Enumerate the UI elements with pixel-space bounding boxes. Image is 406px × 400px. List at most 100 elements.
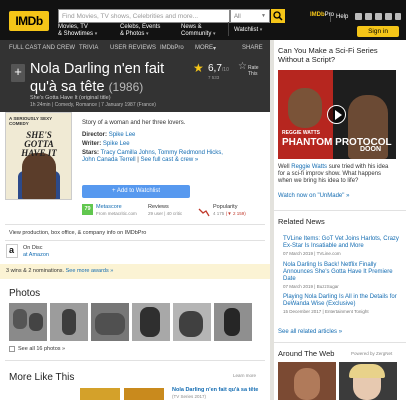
news-item: Nola Darling Is Back! Netflix Finally An…: [283, 262, 401, 291]
recommendation-details: Nola Darling n'en fait qu'à sa tête (TV …: [172, 387, 267, 400]
metascore-label: Metascore: [96, 204, 122, 210]
star-outline-icon[interactable]: ☆: [238, 61, 247, 72]
play-icon[interactable]: [327, 105, 346, 124]
section-divider: [274, 210, 406, 211]
see-all-photos-link[interactable]: See all 16 photos »: [18, 346, 65, 353]
subnav-trivia[interactable]: TRIVIA: [79, 45, 98, 51]
nav-divider: [330, 12, 331, 22]
poster-tagline: A SERIOUSLY SEXY COMEDY: [9, 116, 53, 126]
recommendation-title[interactable]: Nola Darling n'en fait qu'à sa tête: [172, 387, 258, 393]
photo-thumbnail[interactable]: [91, 303, 129, 341]
subnav-user-reviews[interactable]: USER REVIEWS: [110, 45, 156, 51]
twitch-icon[interactable]: [375, 13, 382, 20]
search-category-select[interactable]: All ▼: [230, 9, 270, 23]
writer-link[interactable]: Spike Lee: [103, 141, 130, 147]
section-divider: [5, 224, 265, 225]
photo-thumbnail[interactable]: [50, 303, 88, 341]
learn-more-link[interactable]: Learn more: [233, 373, 256, 378]
on-disc-link[interactable]: On Disc at Amazon: [23, 245, 49, 258]
menu-movies-tv[interactable]: Movies, TV & Showtimes ▾: [58, 24, 97, 38]
metascore-badge[interactable]: 79: [82, 204, 93, 215]
poster-figure: [22, 153, 56, 199]
amazon-icon[interactable]: a: [6, 244, 18, 258]
poster-title: SHE'S GOTTA HAVE IT: [21, 130, 57, 158]
rate-this-button[interactable]: Rate This: [248, 65, 266, 77]
subnav-imdbpro[interactable]: IMDbPro: [160, 45, 184, 51]
stars-links[interactable]: Tracy Camilla Johns, Tommy Redmond Hicks…: [101, 150, 223, 156]
metascore-info[interactable]: Metascore From metacritic.com: [96, 204, 137, 217]
movie-year[interactable]: (1986): [109, 80, 144, 94]
see-all-related-link[interactable]: See all related articles »: [278, 329, 396, 336]
around-web-thumbnail[interactable]: [339, 362, 397, 400]
original-title: She's Gotta Have It (original title): [30, 95, 111, 101]
news-title[interactable]: Nola Darling Is Back! Netflix Finally An…: [283, 262, 393, 282]
awards-bar: 3 wins & 2 nominations. See more awards …: [0, 264, 270, 279]
chevron-down-icon: ▾: [259, 27, 263, 33]
photos-grid-icon: [9, 346, 15, 352]
news-title[interactable]: Playing Nola Darling Is All in the Detai…: [283, 294, 397, 307]
subnav-full-cast[interactable]: FULL CAST AND CREW: [9, 45, 75, 51]
help-link[interactable]: Help: [336, 14, 348, 20]
popularity-info: Popularity 4 175 (▼ 2 159): [213, 204, 246, 217]
director-link[interactable]: Spike Lee: [109, 132, 136, 138]
chevron-down-icon: ▾: [213, 31, 216, 37]
menu-celebs-events[interactable]: Celebs, Events & Photos ▾: [120, 24, 160, 38]
add-to-watchlist-ribbon[interactable]: +: [11, 64, 25, 82]
stars-row: Stars: Tracy Camilla Johns, Tommy Redmon…: [82, 150, 223, 157]
video-figure: [288, 88, 322, 128]
section-divider: [5, 360, 265, 361]
news-title[interactable]: TVLine Items: GoT Vet Joins Harlots, Cra…: [283, 236, 399, 249]
news-item: TVLine Items: GoT Vet Joins Harlots, Cra…: [283, 236, 401, 258]
sign-in-button[interactable]: Sign in: [357, 26, 399, 37]
imdb-logo[interactable]: IMDb: [9, 11, 49, 31]
photo-thumbnail[interactable]: [214, 303, 252, 341]
popularity-trend-icon: [198, 204, 210, 217]
watch-unmade-link[interactable]: Watch now on "UnMade" »: [278, 193, 396, 200]
movie-poster[interactable]: A SERIOUSLY SEXY COMEDY SHE'S GOTTA HAVE…: [5, 112, 72, 200]
reggie-watts-link[interactable]: Reggie Watts: [291, 164, 327, 170]
promo-video[interactable]: REGGIE WATTS PHANTOM PROTOCOL DOON: [278, 70, 396, 159]
chevron-down-icon: ▾: [213, 46, 217, 52]
popularity-value: 4 175: [213, 210, 225, 216]
section-divider: [5, 240, 265, 241]
instagram-icon[interactable]: [365, 13, 372, 20]
video-title: REGGIE WATTS PHANTOM PROTOCOL: [282, 128, 392, 148]
rating-count[interactable]: 7 533: [208, 75, 219, 80]
recommendation-poster[interactable]: [124, 388, 164, 400]
more-like-this-heading: More Like This: [9, 372, 75, 383]
subnav-more[interactable]: MORE: [195, 45, 213, 51]
stars-links-2[interactable]: John Canada Terrell: [82, 157, 136, 163]
watchlist-label: Watchlist: [234, 27, 259, 33]
news-meta: 15 December 2017 | Entertainment Tonight: [283, 309, 369, 314]
see-more-awards-link[interactable]: See more awards »: [66, 268, 114, 274]
chevron-down-icon: ▾: [146, 31, 149, 37]
add-to-watchlist-button[interactable]: + Add to Watchlist: [82, 185, 190, 198]
youtube-icon[interactable]: [395, 13, 401, 20]
facebook-icon[interactable]: [355, 13, 362, 20]
imdbpro-company-link[interactable]: View production, box office, & company i…: [9, 230, 146, 237]
imdbpro-brand: IMDb: [310, 12, 325, 18]
subnav-share[interactable]: SHARE: [242, 45, 263, 51]
photo-thumbnail[interactable]: [9, 303, 47, 341]
reviews-counts[interactable]: 29 user | 40 critic: [148, 211, 182, 216]
rating-value: 6,7/10: [208, 63, 229, 74]
around-web-thumbnail[interactable]: [278, 362, 336, 400]
photos-heading: Photos: [9, 288, 41, 299]
search-button[interactable]: [271, 9, 285, 23]
search-input[interactable]: Find Movies, TV shows, Celebrities and m…: [58, 9, 230, 23]
reviews-label: Reviews: [148, 204, 169, 210]
section-divider: [274, 342, 406, 343]
twitter-icon[interactable]: [385, 13, 392, 20]
watchlist-link[interactable]: Watchlist ▾: [234, 27, 262, 34]
movie-title: Nola Darling n'en fait qu'à sa tête: [30, 61, 165, 95]
popularity-label: Popularity: [213, 204, 238, 210]
recommendation-poster[interactable]: [80, 388, 120, 400]
plot-summary: Story of a woman and her three lovers.: [82, 120, 186, 126]
photo-thumbnail[interactable]: [173, 303, 211, 341]
news-meta: 07 March 2019 | TVLine.com: [283, 251, 341, 256]
full-cast-link[interactable]: See full cast & crew »: [141, 157, 199, 163]
menu-movies-tv-line2: & Showtimes: [58, 31, 94, 37]
menu-news-community[interactable]: News & Community ▾: [181, 24, 216, 38]
search-category-label: All: [234, 14, 241, 20]
photo-thumbnail[interactable]: [132, 303, 170, 341]
